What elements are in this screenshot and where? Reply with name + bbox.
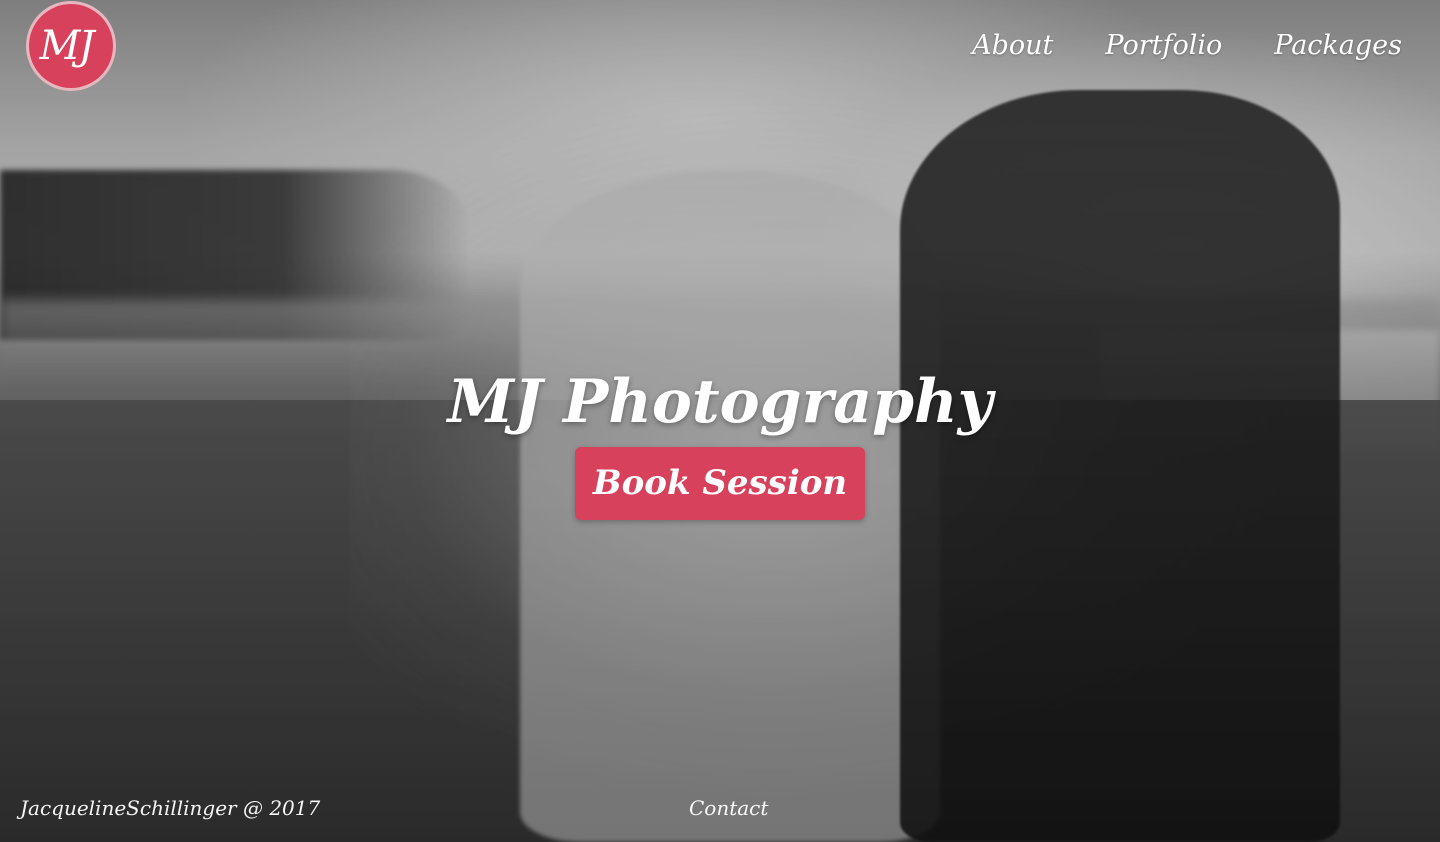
footer-contact-link[interactable]: Contact [689, 794, 768, 822]
hero-title: MJ Photography [447, 367, 993, 438]
nav-link-portfolio[interactable]: Portfolio [1105, 26, 1222, 66]
footer-credit: JacquelineSchillinger @ 2017 [20, 796, 321, 820]
book-session-button[interactable]: Book Session [575, 447, 865, 520]
logo[interactable]: MJ [29, 4, 113, 88]
logo-text: MJ [39, 23, 95, 69]
main-nav: About Portfolio Packages [972, 26, 1402, 66]
nav-link-packages[interactable]: Packages [1274, 26, 1402, 66]
nav-link-about[interactable]: About [972, 26, 1053, 66]
